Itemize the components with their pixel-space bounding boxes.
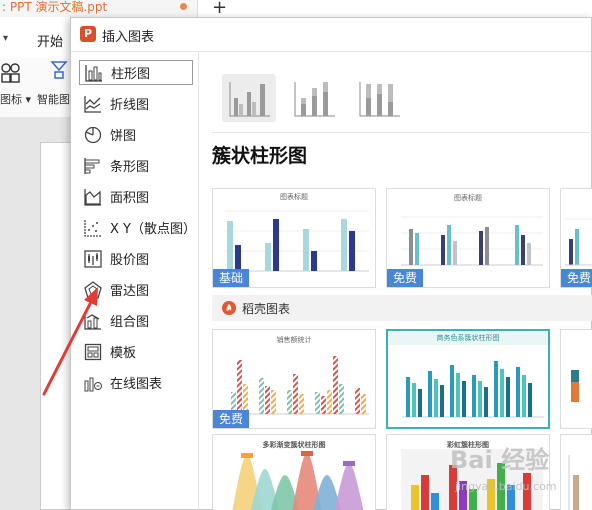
pie-chart-icon: [84, 126, 102, 143]
area-chart-icon: [84, 188, 101, 206]
template-card-business[interactable]: 商务色系簇状柱形图: [386, 329, 550, 429]
template-card-basic[interactable]: 图表标题 基础: [212, 188, 376, 288]
nav-label: 折线图: [110, 98, 150, 113]
wps-logo-icon: P: [80, 26, 96, 42]
combo-chart-icon: [84, 312, 101, 330]
template-card-partial[interactable]: [560, 329, 592, 429]
nav-item-scatter[interactable]: X Y（散点图）: [79, 215, 196, 240]
nav-item-line[interactable]: 折线图: [79, 91, 193, 116]
stock-chart-icon: [84, 249, 102, 268]
nav-item-pie[interactable]: 饼图: [79, 122, 193, 147]
nav-label: 雷达图: [110, 284, 150, 299]
icon-library-icon[interactable]: [0, 62, 22, 84]
nav-label: 面积图: [110, 191, 150, 206]
nav-label: 条形图: [110, 160, 150, 175]
new-tab-button[interactable]: +: [212, 0, 227, 18]
bar-chart-icon: [85, 64, 102, 82]
dialog-title-bar: P 插入图表: [71, 18, 591, 52]
unsaved-dot-icon: [180, 3, 187, 10]
dialog-title: 插入图表: [102, 30, 155, 45]
horizontal-bar-icon: [84, 157, 100, 174]
stacked-bar-thumb-icon: [294, 82, 335, 117]
template-card-partial-2[interactable]: [560, 434, 592, 510]
template-preview-icon: [402, 361, 544, 418]
template-card-free-1[interactable]: 图表标题 免费: [386, 188, 550, 288]
template-icon: [84, 343, 102, 360]
template-card-gradient[interactable]: 多彩渐变簇状柱形图: [212, 434, 376, 510]
nav-label: X Y（散点图）: [110, 222, 196, 237]
section-divider: [212, 132, 592, 133]
percent-stacked-bar-thumb-icon: [359, 82, 400, 117]
nav-item-combo[interactable]: 组合图: [79, 308, 193, 333]
smart-graphic-label[interactable]: 智能图: [37, 91, 70, 107]
nav-item-area[interactable]: 面积图: [79, 184, 193, 209]
menu-start-tab[interactable]: 开始: [37, 31, 63, 50]
nav-item-radar[interactable]: 雷达图: [79, 277, 193, 302]
radar-chart-icon: [84, 280, 102, 299]
online-chart-icon: [84, 377, 102, 391]
nav-label: 模板: [110, 346, 137, 361]
badge-basic: 基础: [213, 269, 250, 287]
subtype-percent-stacked[interactable]: [352, 74, 406, 122]
menu-chevron-icon[interactable]: ▾: [3, 33, 8, 44]
insert-chart-dialog: P 插入图表 柱形图 折线图 饼图 条形图 面积图 X Y（散点图） 股价图 雷…: [70, 17, 592, 510]
nav-label: 在线图表: [110, 377, 163, 392]
template-preview-icon: [232, 451, 364, 510]
template-preview-icon: [568, 455, 579, 510]
document-tab[interactable]: : PPT 演示文稿.ppt: [0, 0, 198, 17]
nav-label: 组合图: [110, 315, 150, 330]
nav-label: 股价图: [110, 253, 150, 268]
badge-free: 免费: [213, 410, 250, 428]
baidu-watermark: Bai 经验: [450, 446, 550, 474]
flame-logo-icon: [222, 301, 236, 315]
nav-item-template[interactable]: 模板: [79, 339, 193, 364]
baidu-watermark-url: jingyan.baidu.com: [455, 480, 557, 493]
nav-item-bar[interactable]: 柱形图: [79, 60, 193, 85]
template-preview-icon: [571, 370, 579, 402]
template-card-sales[interactable]: 销售额统计 基础 免费: [212, 329, 376, 429]
nav-item-hbar[interactable]: 条形图: [79, 153, 193, 178]
nav-label: 饼图: [110, 129, 137, 144]
scatter-chart-icon: [84, 219, 101, 237]
subtype-stacked[interactable]: [287, 74, 341, 122]
template-card-free-2[interactable]: 免费: [560, 188, 592, 288]
badge-free: 免费: [387, 269, 424, 287]
nav-item-stock[interactable]: 股价图: [79, 246, 193, 271]
banner-text: 稻壳图表: [242, 301, 291, 316]
line-chart-icon: [84, 95, 101, 113]
chart-type-nav: 柱形图 折线图 饼图 条形图 面积图 X Y（散点图） 股价图 雷达图 组合图 …: [71, 52, 199, 510]
nav-item-online[interactable]: 在线图表: [79, 370, 193, 395]
subtype-clustered[interactable]: [222, 74, 276, 122]
smart-graphic-icon[interactable]: [50, 60, 68, 80]
document-tab-title: : PPT 演示文稿.ppt: [2, 0, 108, 14]
nav-label: 柱形图: [111, 67, 151, 82]
docer-charts-banner: 稻壳图表: [212, 295, 592, 321]
section-title: 簇状柱形图: [212, 145, 308, 167]
icon-library-label[interactable]: 图标 ▾: [0, 91, 31, 107]
badge-free: 免费: [561, 269, 592, 287]
clustered-bar-thumb-icon: [229, 82, 270, 117]
